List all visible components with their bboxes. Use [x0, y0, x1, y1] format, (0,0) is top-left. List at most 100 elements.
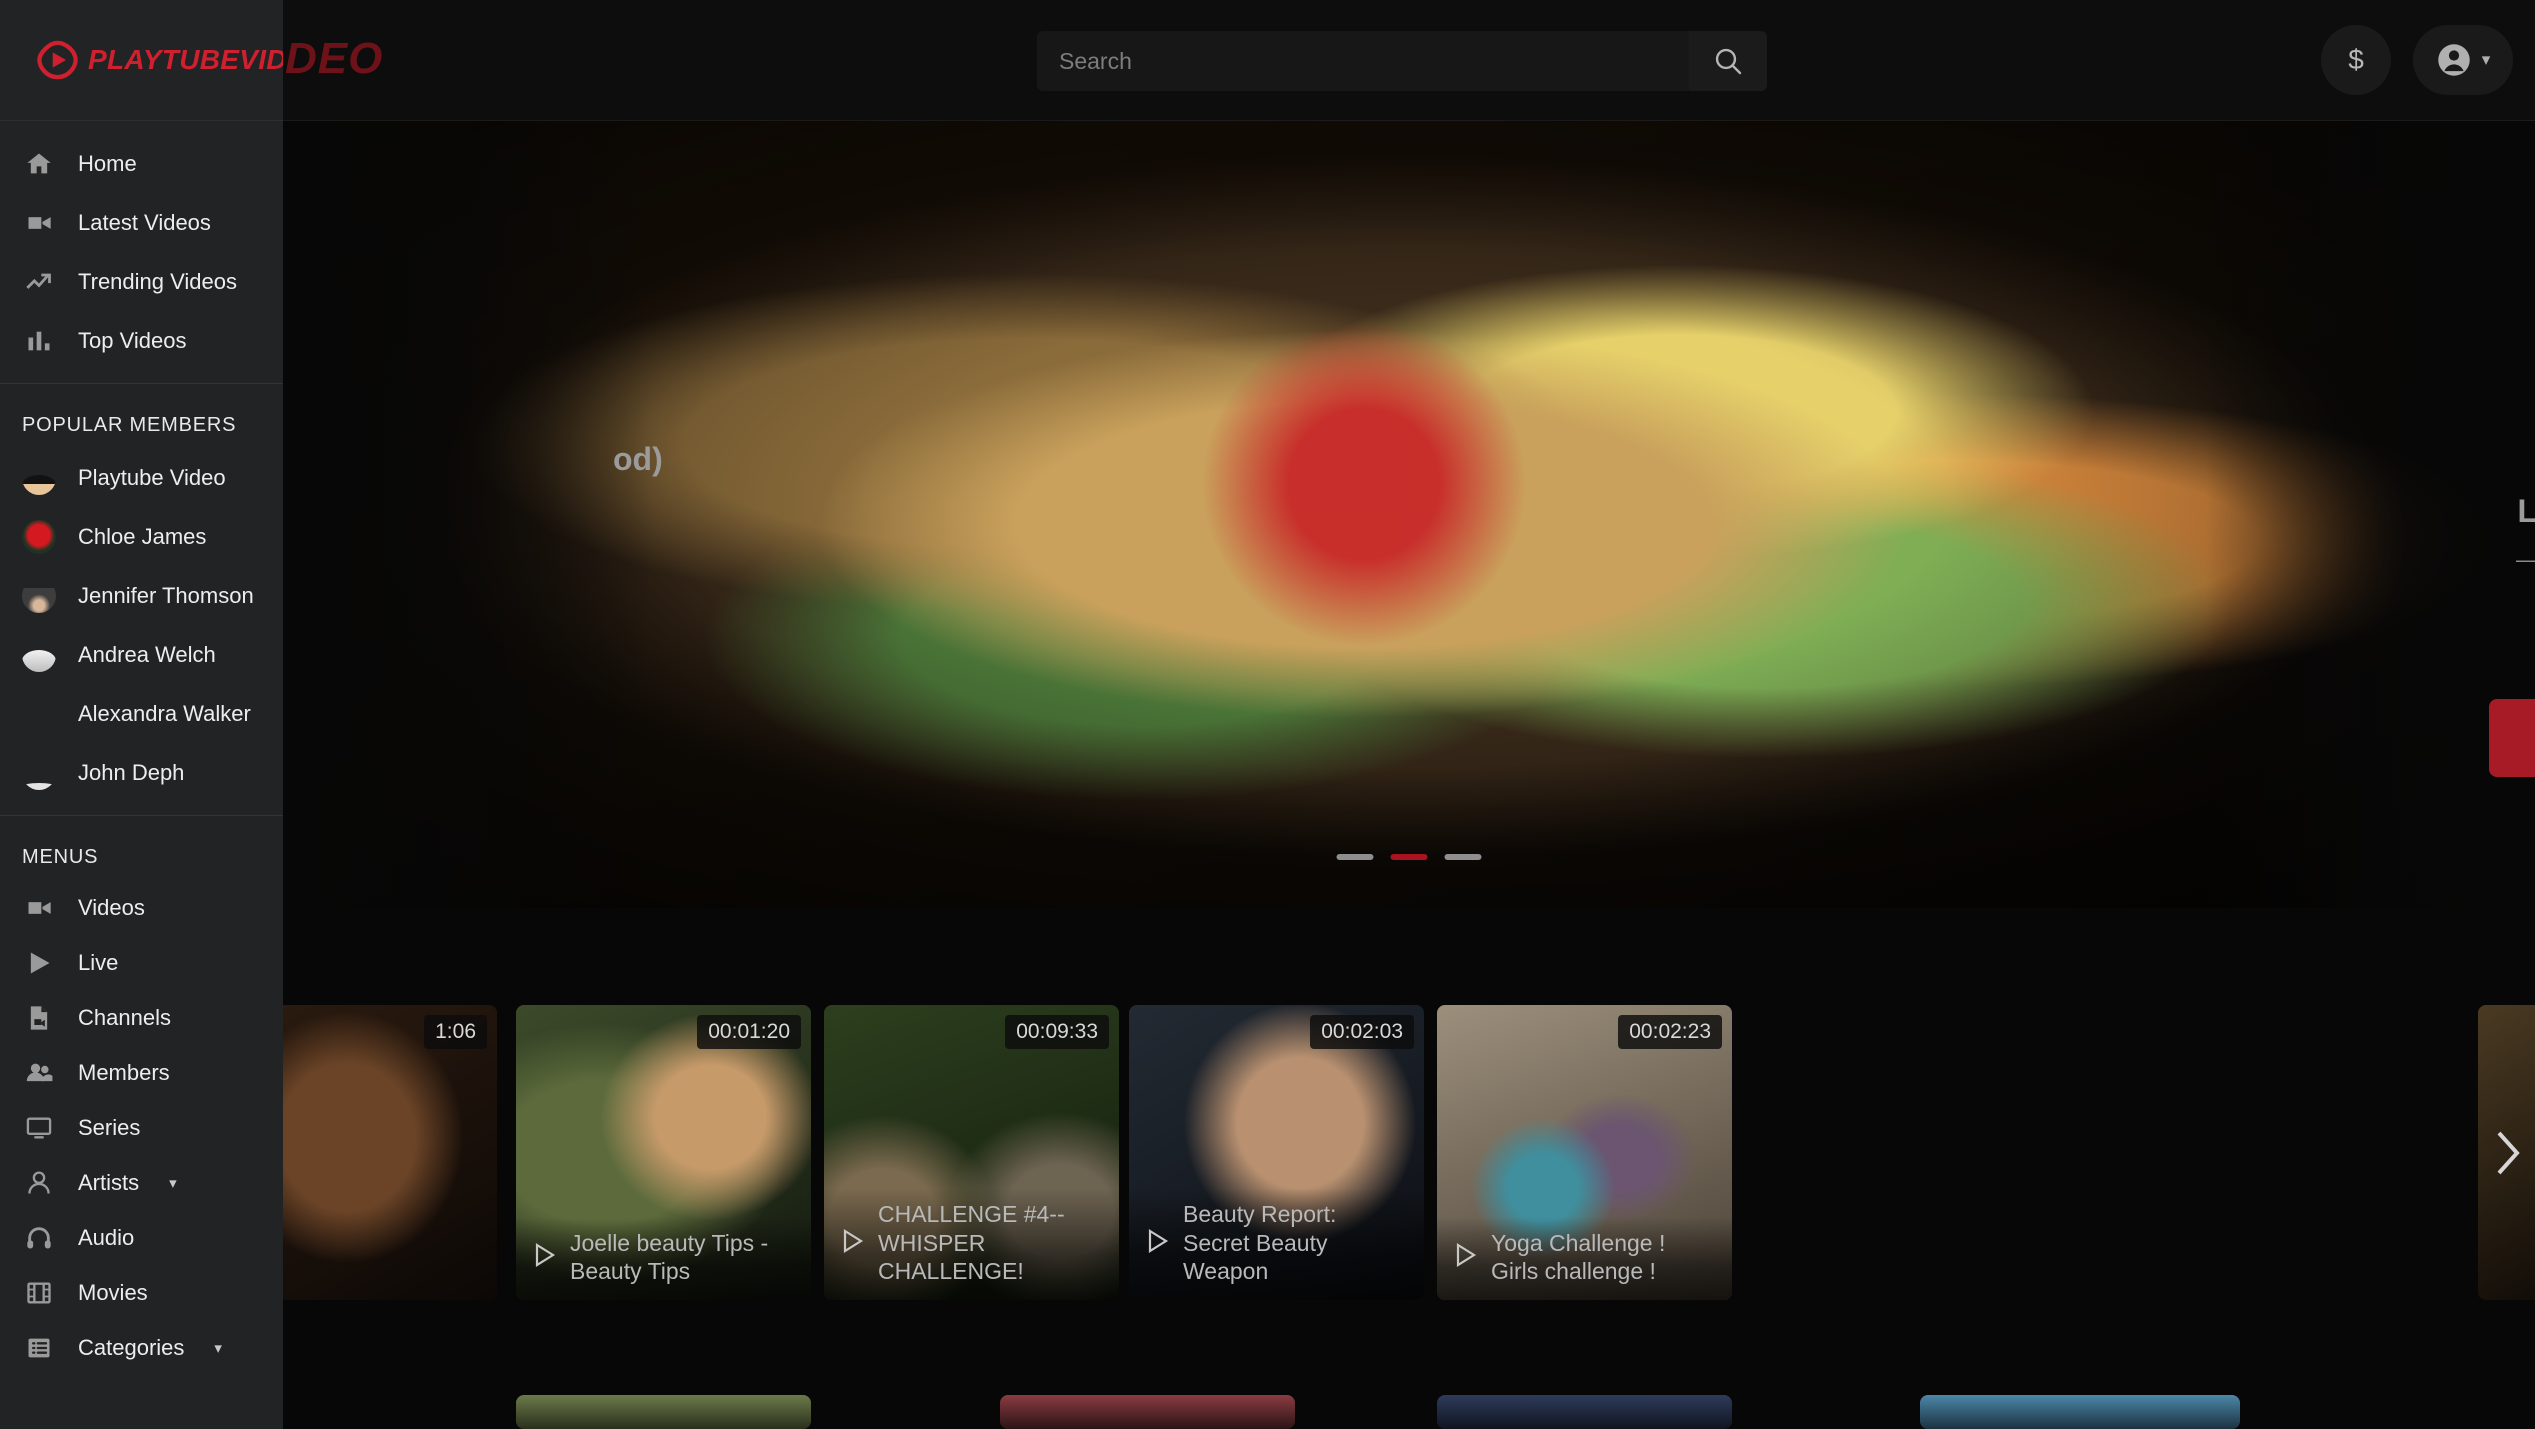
sidebar-item-videos[interactable]: Videos — [0, 887, 283, 928]
video-duration-badge: 1:06 — [424, 1015, 487, 1049]
videocam-icon — [22, 891, 56, 925]
hero-slider[interactable]: od) L — — [283, 121, 2535, 908]
sidebar-member-jennifer-thomson[interactable]: Jennifer Thomson — [0, 575, 283, 616]
video-card[interactable]: 00:02:23 Yoga Challenge ! Girls challeng… — [1437, 1005, 1732, 1300]
video-thumbnail — [1920, 1395, 2240, 1429]
videocam-icon — [22, 206, 56, 240]
slider-dot-3[interactable] — [1444, 854, 1482, 860]
sidebar-item-channels[interactable]: Channels — [0, 997, 283, 1038]
video-carousel[interactable]: 1:06 00:01:20 Joelle beauty Tips - Beaut… — [0, 1005, 2535, 1300]
headphones-icon — [22, 1221, 56, 1255]
slider-dots[interactable] — [1336, 854, 1482, 860]
search-bar[interactable] — [1037, 31, 1767, 91]
header-actions: $ ▾ — [2321, 25, 2513, 95]
account-menu-button[interactable]: ▾ — [2413, 25, 2513, 95]
video-title: CHALLENGE #4--WHISPER CHALLENGE! — [878, 1201, 1065, 1285]
sidebar-item-label: Channels — [78, 1004, 171, 1030]
sidebar-menus-section: MENUS Videos Live Channels Members Serie… — [0, 816, 283, 1390]
sidebar-item-label: Artists — [78, 1169, 140, 1195]
search-input[interactable] — [1037, 31, 1689, 91]
sidebar-item-artists[interactable]: Artists ▾ — [0, 1162, 283, 1203]
sidebar-item-label: Top Videos — [78, 327, 187, 353]
avatar — [22, 579, 56, 613]
sidebar-item-label: Categories — [78, 1334, 185, 1360]
member-name: Chloe James — [78, 523, 207, 549]
sidebar-item-live[interactable]: Live — [0, 942, 283, 983]
sidebar-item-trending-videos[interactable]: Trending Videos — [0, 261, 283, 302]
sidebar-item-label: Series — [78, 1114, 141, 1140]
video-carousel-secondary[interactable] — [0, 1395, 2535, 1429]
hero-subtitle-right: — — [2516, 546, 2535, 573]
file-video-icon — [22, 1001, 56, 1035]
sidebar-header: PLAYTUBEVIDEO — [0, 0, 283, 121]
sidebar-item-label: Trending Videos — [78, 268, 237, 294]
video-thumbnail — [516, 1395, 811, 1429]
video-card[interactable]: 00:02:03 Beauty Report: Secret Beauty We… — [1129, 1005, 1424, 1300]
sidebar-member-john-deph[interactable]: John Deph — [0, 752, 283, 793]
sidebar-member-chloe-james[interactable]: Chloe James — [0, 516, 283, 557]
brand-name: PLAYTUBEVIDEO — [88, 44, 283, 75]
play-icon — [534, 1242, 556, 1272]
home-icon — [22, 147, 56, 181]
monitor-icon — [22, 1111, 56, 1145]
slider-dot-2[interactable] — [1390, 854, 1428, 860]
hero-action-tab[interactable] — [2489, 699, 2535, 777]
video-card[interactable] — [1437, 1395, 1732, 1429]
search-button[interactable] — [1689, 31, 1767, 91]
account-circle-icon — [2437, 44, 2470, 76]
video-card[interactable] — [1920, 1395, 2240, 1429]
video-thumbnail — [1437, 1395, 1732, 1429]
member-name: Andrea Welch — [78, 641, 216, 667]
sidebar-section-title: POPULAR MEMBERS — [22, 414, 237, 436]
sidebar-item-label: Latest Videos — [78, 209, 211, 235]
sidebar-item-series[interactable]: Series — [0, 1107, 283, 1148]
sidebar-item-categories[interactable]: Categories ▾ — [0, 1327, 283, 1368]
sidebar-item-top-videos[interactable]: Top Videos — [0, 320, 283, 361]
sidebar-members-section: POPULAR MEMBERS Playtube Video Chloe Jam… — [0, 384, 283, 816]
video-title: Yoga Challenge ! Girls challenge ! — [1491, 1229, 1666, 1285]
chevron-down-icon: ▾ — [2481, 50, 2491, 69]
hero-fade-left — [283, 121, 653, 908]
video-duration-badge: 00:02:03 — [1310, 1015, 1414, 1049]
header-logo-text[interactable]: DEO — [285, 34, 383, 84]
slider-dot-1[interactable] — [1336, 854, 1374, 860]
video-duration-badge: 00:02:23 — [1618, 1015, 1722, 1049]
video-caption: CHALLENGE #4--WHISPER CHALLENGE! — [824, 1188, 1119, 1300]
bar-chart-icon — [22, 324, 56, 358]
sidebar-member-alexandra-walker[interactable]: Alexandra Walker — [0, 693, 283, 734]
sidebar-item-home[interactable]: Home — [0, 143, 283, 184]
sidebar-member-andrea-welch[interactable]: Andrea Welch — [0, 634, 283, 675]
carousel-track: 1:06 00:01:20 Joelle beauty Tips - Beaut… — [0, 1005, 2535, 1300]
video-caption: Beauty Report: Secret Beauty Weapon — [1129, 1188, 1424, 1300]
brand-logo[interactable]: PLAYTUBEVIDEO — [36, 40, 283, 80]
video-thumbnail — [1000, 1395, 1295, 1429]
video-card[interactable]: 00:01:20 Joelle beauty Tips - Beauty Tip… — [516, 1005, 811, 1300]
sidebar-member-playtube-video[interactable]: Playtube Video — [0, 457, 283, 498]
avatar — [22, 519, 56, 554]
video-card[interactable]: 00:09:33 CHALLENGE #4--WHISPER CHALLENGE… — [824, 1005, 1119, 1300]
film-icon — [22, 1276, 56, 1310]
play-icon — [842, 1228, 864, 1258]
list-icon — [22, 1331, 56, 1365]
sidebar-nav-section: Home Latest Videos Trending Videos Top V… — [0, 121, 283, 384]
member-name: Jennifer Thomson — [78, 582, 254, 608]
trending-up-icon — [22, 265, 56, 299]
sidebar-item-members[interactable]: Members — [0, 1052, 283, 1093]
sidebar-item-audio[interactable]: Audio — [0, 1217, 283, 1258]
video-card[interactable]: 1:06 — [283, 1005, 497, 1300]
sidebar-item-movies[interactable]: Movies — [0, 1272, 283, 1313]
member-name: Alexandra Walker — [78, 700, 251, 726]
carousel-next-button[interactable] — [2479, 1005, 2535, 1300]
video-duration-badge: 00:01:20 — [697, 1015, 801, 1049]
wallet-button[interactable]: $ — [2321, 25, 2391, 95]
search-icon — [1715, 48, 1742, 75]
sidebar-item-latest-videos[interactable]: Latest Videos — [0, 202, 283, 243]
video-card[interactable] — [1000, 1395, 1295, 1429]
carousel-track-secondary — [0, 1395, 2535, 1429]
video-card[interactable] — [516, 1395, 811, 1429]
sidebar-section-title: MENUS — [22, 846, 99, 868]
sidebar-item-label: Home — [78, 150, 137, 176]
video-title: Joelle beauty Tips - Beauty Tips — [570, 1229, 769, 1285]
chevron-right-icon — [2497, 1131, 2520, 1174]
page-content: od) L — 1:06 00:01:20 — [0, 0, 2535, 1429]
